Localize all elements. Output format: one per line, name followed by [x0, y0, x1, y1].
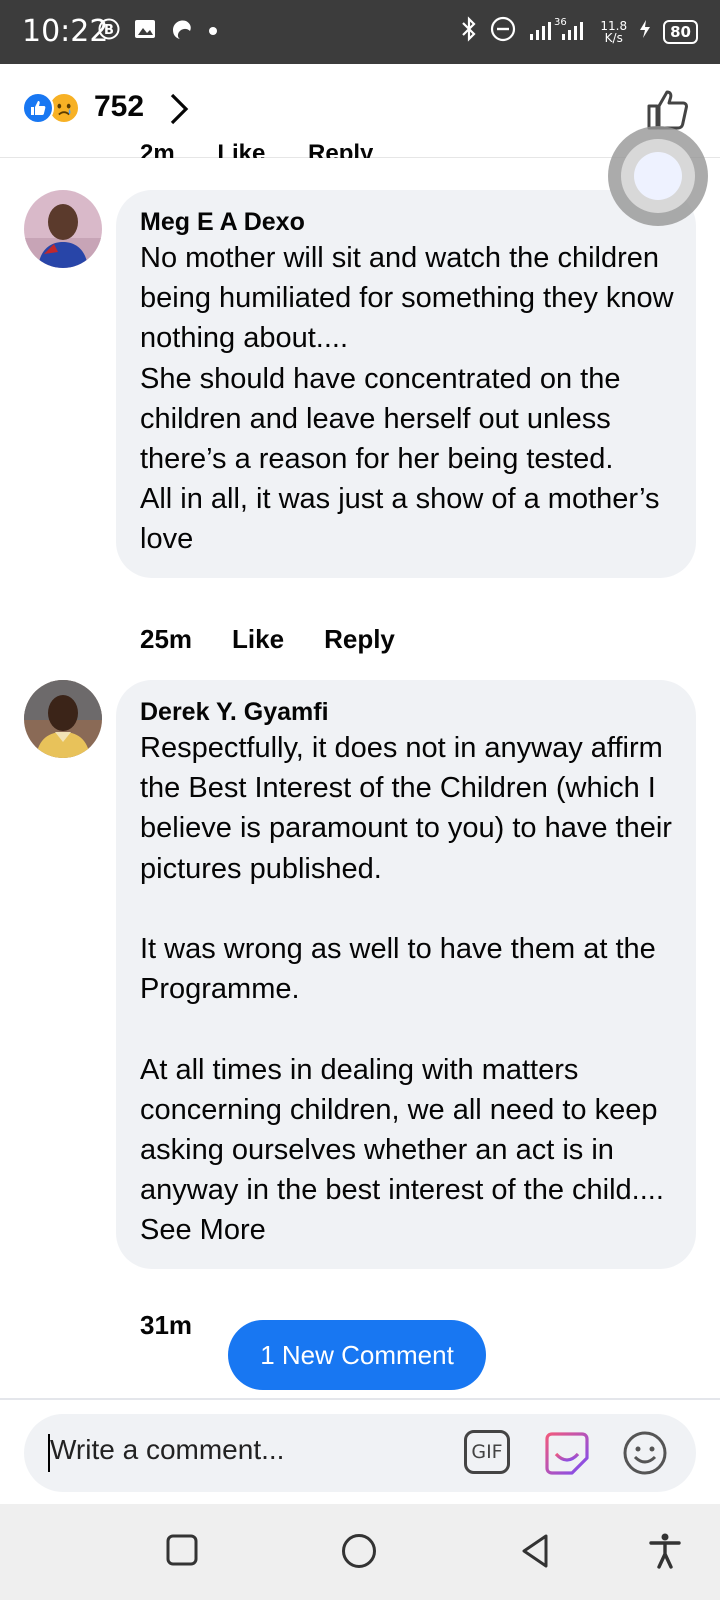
comment-bubble[interactable]: Meg E A Dexo No mother will sit and watc… — [116, 190, 696, 578]
network-speed-unit: K/s — [604, 30, 623, 45]
new-comment-button[interactable]: 1 New Comment — [228, 1320, 486, 1390]
gif-icon[interactable]: GIF — [464, 1430, 510, 1474]
svg-text:36: 36 — [554, 17, 567, 28]
like-icon — [22, 92, 54, 124]
comment-text: Respectfully, it does not in anyway affi… — [140, 728, 674, 1251]
floating-bubble-core — [634, 152, 682, 200]
comment-input[interactable]: Write a comment... GIF — [24, 1414, 696, 1492]
status-bar: 10:22 B 36 11.8 K/s 80 — [0, 0, 720, 64]
status-left-icons: B — [98, 18, 218, 45]
svg-text:B: B — [104, 23, 114, 38]
reaction-summary[interactable] — [22, 92, 80, 124]
floating-bubble-ring — [621, 139, 695, 213]
avatar[interactable] — [24, 680, 102, 758]
charging-bolt-icon — [639, 19, 651, 44]
accessibility-icon[interactable] — [648, 1532, 682, 1575]
bluetooth-icon — [460, 16, 478, 47]
image-notification-icon — [134, 18, 156, 45]
sticker-icon[interactable] — [542, 1428, 592, 1483]
recents-icon[interactable] — [164, 1532, 200, 1573]
comment-bubble[interactable]: Derek Y. Gyamfi Respectfully, it does no… — [116, 680, 696, 1269]
do-not-disturb-icon — [490, 16, 516, 47]
comment-actions: 25m Like Reply — [140, 624, 435, 655]
b-notification-icon: B — [98, 18, 120, 45]
status-right-icons: 36 11.8 K/s 80 — [460, 16, 698, 47]
system-navigation-bar — [0, 1504, 720, 1600]
reply-link[interactable]: Reply — [324, 624, 395, 655]
comment-time: 25m — [140, 624, 193, 654]
home-icon[interactable] — [340, 1532, 378, 1575]
back-icon[interactable] — [518, 1532, 554, 1575]
signal-icon: 36 — [528, 16, 588, 47]
comment-author[interactable]: Meg E A Dexo — [140, 206, 674, 238]
comment-text: No mother will sit and watch the childre… — [140, 242, 674, 556]
chevron-right-icon[interactable] — [168, 92, 190, 131]
reaction-count[interactable]: 752 — [94, 90, 144, 124]
see-more-link[interactable]: See More — [140, 1214, 266, 1246]
avatar[interactable] — [24, 190, 102, 268]
comment-input-placeholder: Write a comment... — [50, 1434, 285, 1465]
app-notification-icon — [170, 18, 194, 45]
comment-composer: Write a comment... GIF — [0, 1398, 720, 1504]
comment-time: 31m — [140, 1310, 193, 1340]
network-speed-value: 11.8 — [600, 18, 628, 33]
comment-actions: 31m — [140, 1310, 232, 1341]
emoji-icon[interactable] — [620, 1428, 670, 1483]
comment-text-body: Respectfully, it does not in anyway affi… — [140, 732, 672, 1207]
comments-sheet: 752 2m Like Reply Meg E A Dexo No mother… — [0, 64, 720, 1498]
floating-assistant-bubble[interactable] — [608, 126, 708, 226]
comment-author[interactable]: Derek Y. Gyamfi — [140, 696, 674, 728]
battery-icon: 80 — [663, 19, 698, 44]
network-speed: 11.8 K/s — [600, 20, 627, 44]
dot-indicator-icon — [208, 23, 218, 41]
previous-comment-meta: 2m Like Reply — [140, 140, 374, 158]
status-time: 10:22 — [22, 14, 109, 49]
like-link[interactable]: Like — [232, 624, 284, 655]
